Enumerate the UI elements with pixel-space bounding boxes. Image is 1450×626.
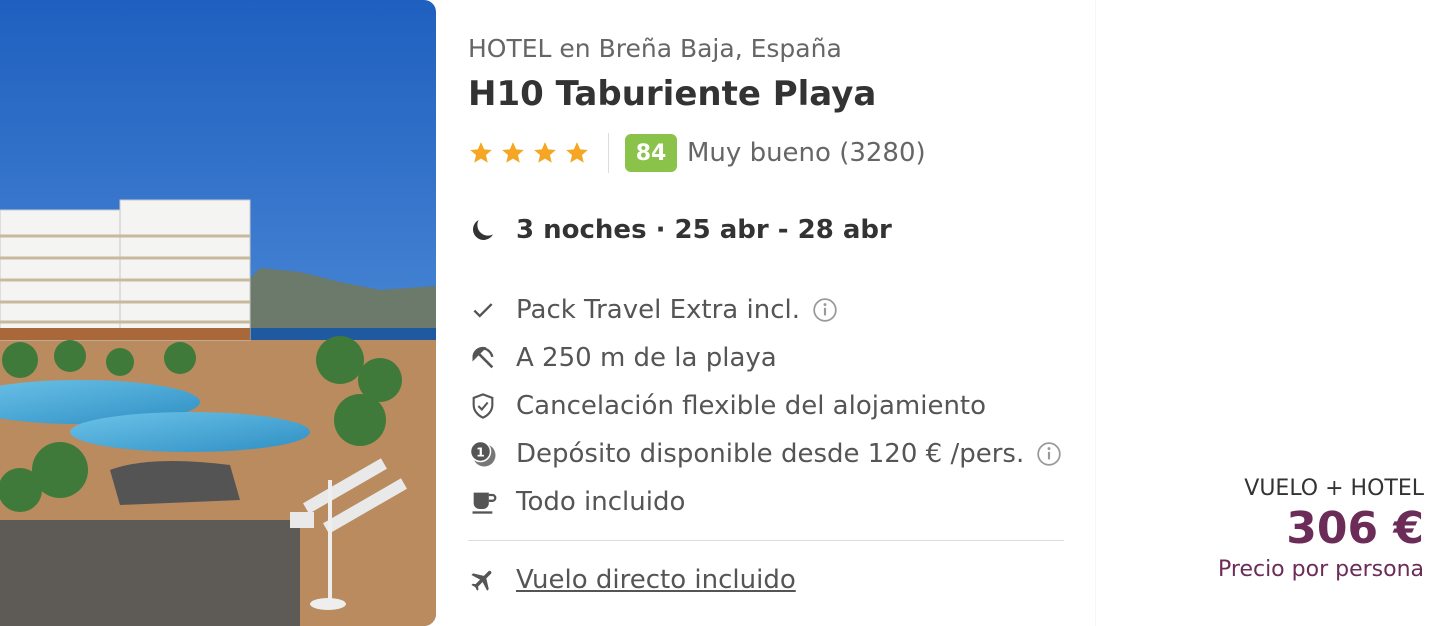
- star-icon: [470, 142, 492, 163]
- check-icon: [468, 295, 498, 325]
- section-divider: [468, 540, 1064, 541]
- hotel-details: HOTEL en Breña Baja, España H10 Taburien…: [468, 0, 1068, 626]
- svg-text:1: 1: [476, 445, 485, 460]
- hotel-location: HOTEL en Breña Baja, España: [468, 34, 842, 63]
- info-icon[interactable]: [812, 297, 838, 323]
- info-icon[interactable]: [1036, 441, 1062, 467]
- star-icon: [566, 142, 588, 163]
- airplane-icon: [468, 565, 498, 595]
- price-note: Precio por persona: [1218, 557, 1424, 582]
- feature-beach-distance: A 250 m de la playa: [468, 334, 1062, 382]
- beach-umbrella-icon: [468, 343, 498, 373]
- feature-deposit: 1 Depósito disponible desde 120 € /pers.: [468, 430, 1062, 478]
- package-type: VUELO + HOTEL: [1244, 476, 1424, 501]
- hotel-card[interactable]: HOTEL en Breña Baja, España H10 Taburien…: [0, 0, 1095, 626]
- cup-icon: [468, 487, 498, 517]
- flight-info: Vuelo directo incluido: [468, 558, 796, 602]
- direct-flight-link[interactable]: Vuelo directo incluido: [516, 565, 796, 595]
- feature-pack-travel: Pack Travel Extra incl.: [468, 286, 1062, 334]
- price-amount[interactable]: 306 €: [1218, 501, 1424, 557]
- feature-label: Todo incluido: [516, 487, 686, 517]
- price-panel: VUELO + HOTEL 306 € Precio por persona: [1096, 0, 1450, 626]
- feature-label: Pack Travel Extra incl.: [516, 295, 800, 325]
- star-rating: [468, 140, 590, 166]
- star-icon: [534, 142, 556, 163]
- review-summary[interactable]: Muy bueno (3280): [687, 138, 926, 168]
- review-score-badge: 84: [625, 134, 677, 172]
- deposit-icon: 1: [468, 439, 498, 469]
- star-icon: [502, 142, 524, 163]
- shield-check-icon: [468, 391, 498, 421]
- feature-label: Depósito disponible desde 120 € /pers.: [516, 439, 1025, 469]
- feature-label: A 250 m de la playa: [516, 343, 777, 373]
- feature-label: Cancelación flexible del alojamiento: [516, 391, 987, 421]
- hotel-photo[interactable]: [0, 0, 436, 626]
- feature-flexible-cancellation: Cancelación flexible del alojamiento: [468, 382, 1062, 430]
- rating-row: 84 Muy bueno (3280): [468, 132, 926, 174]
- trip-summary: 3 noches · 25 abr - 28 abr: [468, 208, 892, 252]
- feature-all-inclusive: Todo incluido: [468, 478, 1062, 526]
- feature-list: Pack Travel Extra incl. A 250 m de la pl…: [468, 286, 1062, 526]
- hotel-name[interactable]: H10 Taburiente Playa: [468, 74, 876, 114]
- moon-icon: [473, 220, 493, 240]
- price-box: VUELO + HOTEL 306 € Precio por persona: [1218, 476, 1424, 582]
- trip-dates: 3 noches · 25 abr - 28 abr: [516, 215, 892, 245]
- rating-divider: [608, 133, 609, 173]
